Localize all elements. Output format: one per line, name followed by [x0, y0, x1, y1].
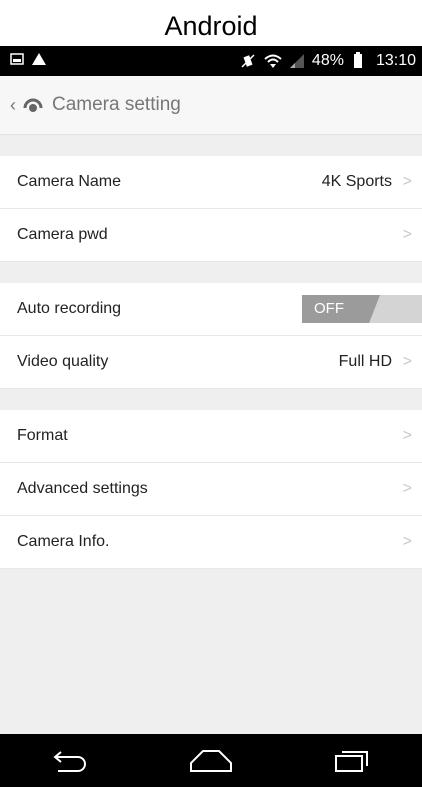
camera-info-row[interactable]: Camera Info. >: [0, 516, 422, 569]
clock: 13:10: [375, 52, 416, 69]
recent-apps-icon: [334, 750, 368, 772]
camera-name-row[interactable]: Camera Name 4K Sports >: [0, 156, 422, 209]
page-caption: Android: [0, 0, 422, 46]
back-button[interactable]: [40, 741, 100, 781]
home-icon: [189, 749, 232, 772]
auto-recording-label: Auto recording: [17, 300, 122, 317]
camera-pwd-row[interactable]: Camera pwd >: [0, 209, 422, 262]
settings-list: Camera Name 4K Sports > Camera pwd > Aut…: [0, 135, 422, 734]
auto-recording-row: Auto recording OFF: [0, 283, 422, 336]
signal-icon: [289, 54, 304, 68]
video-quality-value: Full HD: [338, 353, 392, 370]
battery-icon: [353, 52, 362, 68]
camera-info-label: Camera Info.: [17, 533, 110, 550]
camera-pwd-label: Camera pwd: [17, 226, 108, 243]
toggle-off-label: OFF: [302, 295, 380, 323]
recent-apps-button[interactable]: [322, 741, 382, 781]
chevron-right-icon: >: [402, 427, 412, 444]
app-bar: ‹ Camera setting: [0, 76, 422, 135]
battery-percent: 48%: [311, 52, 344, 69]
warning-notification-icon: [32, 52, 46, 70]
chevron-right-icon: >: [402, 173, 412, 190]
section-divider: [0, 389, 422, 410]
home-button[interactable]: [181, 741, 241, 781]
auto-recording-toggle[interactable]: OFF: [302, 295, 422, 323]
back-icon: [53, 750, 87, 772]
back-arrow-icon[interactable]: ‹: [10, 95, 20, 116]
chevron-right-icon: >: [402, 480, 412, 497]
status-bar: 48% 13:10: [0, 46, 422, 76]
screenshot-notification-icon: [10, 52, 24, 70]
chevron-right-icon: >: [402, 226, 412, 243]
navigation-bar: [0, 734, 422, 787]
video-quality-row[interactable]: Video quality Full HD >: [0, 336, 422, 389]
wifi-icon: [264, 54, 282, 68]
camera-name-label: Camera Name: [17, 173, 122, 190]
camera-app-icon[interactable]: [22, 94, 44, 116]
format-label: Format: [17, 427, 68, 444]
format-row[interactable]: Format >: [0, 410, 422, 463]
vibrate-mute-icon: [240, 53, 256, 69]
chevron-right-icon: >: [402, 353, 412, 370]
section-divider: [0, 135, 422, 156]
advanced-settings-row[interactable]: Advanced settings >: [0, 463, 422, 516]
advanced-settings-label: Advanced settings: [17, 480, 148, 497]
video-quality-label: Video quality: [17, 353, 109, 370]
section-divider: [0, 262, 422, 283]
chevron-right-icon: >: [402, 533, 412, 550]
camera-name-value: 4K Sports: [321, 173, 392, 190]
page-title: Camera setting: [52, 94, 181, 115]
